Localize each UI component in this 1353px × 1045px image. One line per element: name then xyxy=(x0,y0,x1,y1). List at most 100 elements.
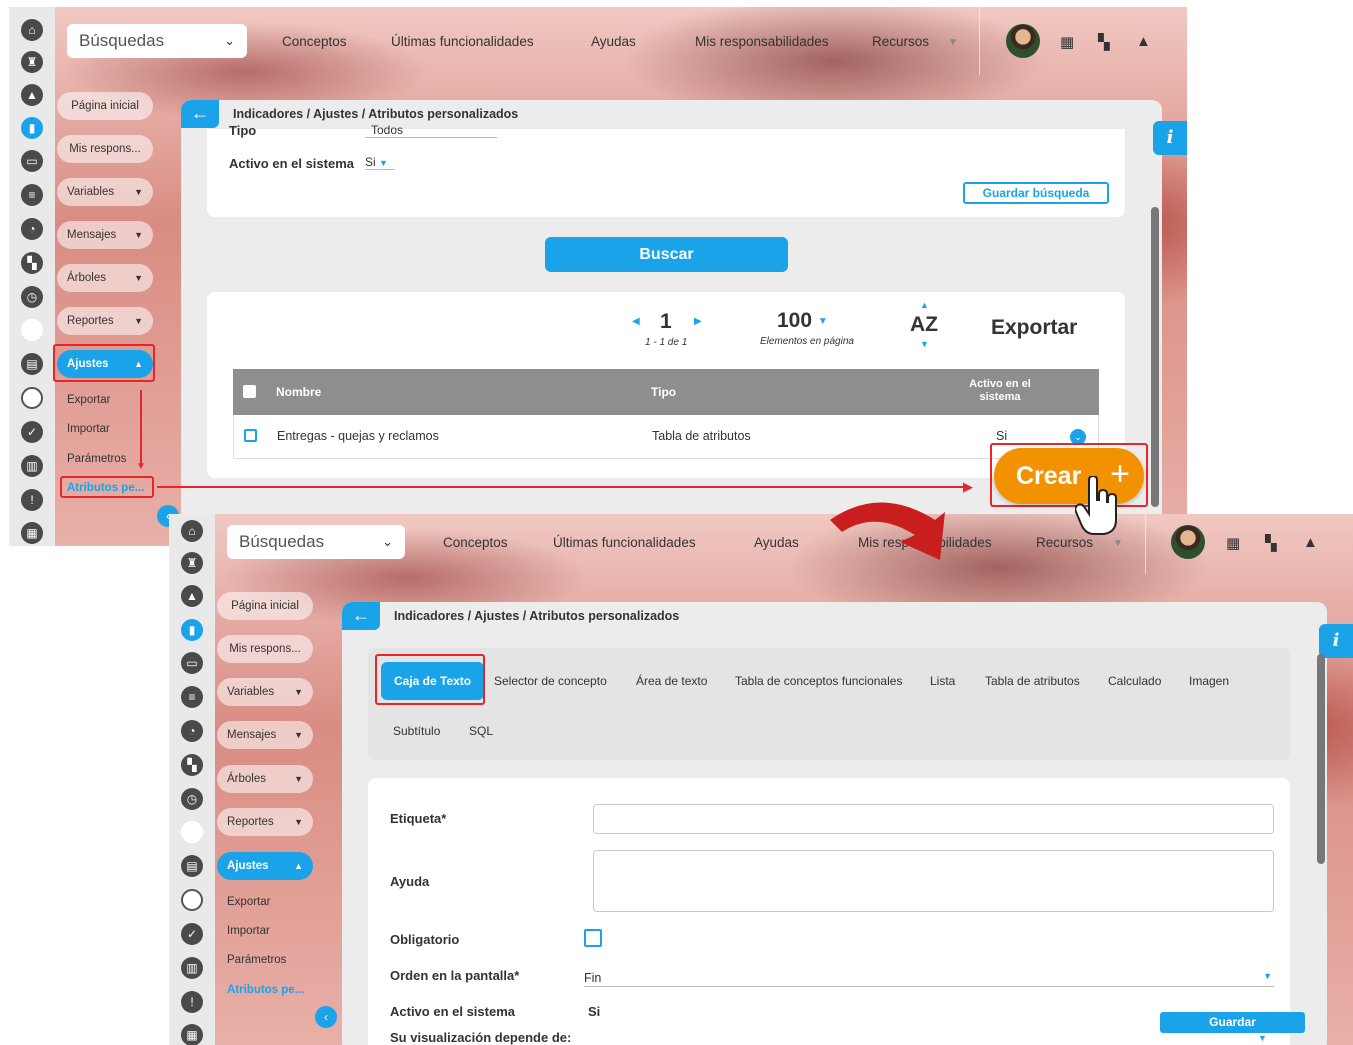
nav-concepts[interactable]: Conceptos xyxy=(443,535,508,550)
type-select[interactable]: Todos xyxy=(365,123,497,138)
select-all-checkbox[interactable] xyxy=(243,385,256,398)
back-arrow-icon[interactable]: ← xyxy=(342,602,380,630)
info-icon[interactable]: i xyxy=(1319,624,1353,658)
next-page-icon[interactable]: ▶ xyxy=(694,316,702,327)
home-icon[interactable]: ⌂ xyxy=(21,19,43,41)
nav-import[interactable]: Importar xyxy=(227,925,270,937)
table-row[interactable]: Entregas - quejas y reclamos Tabla de at… xyxy=(233,415,1099,459)
nav-latest-features[interactable]: Últimas funcionalidades xyxy=(553,535,696,550)
calendar-icon[interactable]: ▦ xyxy=(21,522,43,544)
caret-down-icon[interactable]: ▼ xyxy=(1258,1033,1267,1043)
row-checkbox[interactable] xyxy=(244,429,257,442)
search-dropdown[interactable]: Búsquedas ⌄ xyxy=(67,24,247,58)
export-button[interactable]: Exportar xyxy=(991,316,1077,340)
sort-az-button[interactable]: AZ xyxy=(910,313,938,337)
tab-image[interactable]: Imagen xyxy=(1189,674,1229,688)
nav-messages[interactable]: Mensajes ▼ xyxy=(217,721,313,749)
home-icon[interactable]: ⌂ xyxy=(181,520,203,542)
tab-text-area[interactable]: Área de texto xyxy=(636,674,707,688)
tab-functional-concepts[interactable]: Tabla de conceptos funcionales xyxy=(735,674,902,688)
map-icon[interactable]: ▚ xyxy=(21,252,43,274)
cycle-icon[interactable] xyxy=(21,387,43,409)
nav-latest-features[interactable]: Últimas funcionalidades xyxy=(391,34,534,49)
calendar-icon[interactable]: ▦ xyxy=(1060,33,1074,51)
nav-home[interactable]: Página inicial xyxy=(217,592,313,620)
scrollbar[interactable] xyxy=(1151,207,1159,507)
strategy-icon[interactable]: ♜ xyxy=(21,51,43,73)
map-icon[interactable]: ▚ xyxy=(1098,33,1110,51)
chart-pie-icon[interactable]: ◔ xyxy=(21,218,43,240)
search-dropdown[interactable]: Búsquedas ⌄ xyxy=(227,525,405,559)
indicators-icon[interactable]: ▮ xyxy=(21,117,43,139)
nav-my-responsibilities[interactable]: Mis responsabilidades xyxy=(695,34,829,49)
nav-help[interactable]: Ayudas xyxy=(754,535,799,550)
document-icon[interactable]: ▤ xyxy=(181,855,203,877)
nav-responsibilities[interactable]: Mis respons... xyxy=(217,635,313,663)
nav-parameters[interactable]: Parámetros xyxy=(227,954,286,966)
sort-up-icon[interactable]: ▲ xyxy=(920,300,929,310)
nav-trees[interactable]: Árboles ▼ xyxy=(217,765,313,793)
nav-trees[interactable]: Árboles ▼ xyxy=(57,264,153,292)
nav-reports[interactable]: Reportes ▼ xyxy=(57,307,153,335)
tab-calculated[interactable]: Calculado xyxy=(1108,674,1161,688)
map-icon[interactable]: ▚ xyxy=(181,754,203,776)
nav-help[interactable]: Ayudas xyxy=(591,34,636,49)
briefcase-icon[interactable]: ▥ xyxy=(21,455,43,477)
tab-attributes-table[interactable]: Tabla de atributos xyxy=(985,674,1080,688)
warning-icon[interactable]: ! xyxy=(181,991,203,1013)
bell-icon[interactable]: ▲ xyxy=(1136,33,1151,50)
briefcase-icon[interactable]: ▥ xyxy=(181,957,203,979)
strategy-icon[interactable]: ♜ xyxy=(181,552,203,574)
nav-settings[interactable]: Ajustes ▲ xyxy=(217,852,313,880)
tab-concept-selector[interactable]: Selector de concepto xyxy=(494,674,607,688)
nav-concepts[interactable]: Conceptos xyxy=(282,34,347,49)
nav-variables[interactable]: Variables ▼ xyxy=(217,678,313,706)
tab-subtitle[interactable]: Subtítulo xyxy=(393,724,440,738)
presentation-icon[interactable]: ▭ xyxy=(181,652,203,674)
nav-responsibilities[interactable]: Mis respons... xyxy=(57,135,153,163)
warning-icon[interactable]: ! xyxy=(21,489,43,511)
back-arrow-icon[interactable]: ← xyxy=(181,100,219,128)
clock-icon[interactable]: ◷ xyxy=(181,788,203,810)
nav-reports[interactable]: Reportes ▼ xyxy=(217,808,313,836)
per-page-select[interactable]: 100 ▼ xyxy=(777,309,828,333)
resources-caret-icon[interactable]: ▼ xyxy=(1113,538,1123,549)
nav-export[interactable]: Exportar xyxy=(227,896,270,908)
compliance-icon[interactable]: ▲ xyxy=(181,585,203,607)
nav-export[interactable]: Exportar xyxy=(67,394,110,406)
tab-sql[interactable]: SQL xyxy=(469,724,493,738)
save-search-button[interactable]: Guardar búsqueda xyxy=(963,182,1109,204)
cycle-icon[interactable] xyxy=(181,889,203,911)
sort-down-icon[interactable]: ▼ xyxy=(920,339,929,349)
plans-icon[interactable]: ≡ xyxy=(21,184,43,206)
avatar[interactable] xyxy=(1171,525,1205,559)
avatar[interactable] xyxy=(1006,24,1040,58)
nav-parameters[interactable]: Parámetros xyxy=(67,453,126,465)
save-button[interactable]: Guardar xyxy=(1160,1012,1305,1033)
bell-icon[interactable]: ▲ xyxy=(1303,534,1318,551)
document-icon[interactable]: ▤ xyxy=(21,353,43,375)
required-checkbox[interactable] xyxy=(584,929,602,947)
tab-list[interactable]: Lista xyxy=(930,674,955,688)
nav-resources[interactable]: Recursos xyxy=(1036,535,1093,550)
check-icon[interactable]: ✓ xyxy=(181,923,203,945)
nav-custom-attributes[interactable]: Atributos pe... xyxy=(227,984,304,996)
calendar-icon[interactable]: ▦ xyxy=(181,1024,203,1045)
prev-page-icon[interactable]: ◀ xyxy=(632,316,640,327)
nav-home[interactable]: Página inicial xyxy=(57,92,153,120)
label-input[interactable] xyxy=(593,804,1274,834)
help-textarea[interactable] xyxy=(593,850,1274,912)
chart-pie-icon[interactable]: ◔ xyxy=(181,720,203,742)
info-icon[interactable]: i xyxy=(1153,121,1187,155)
create-button[interactable]: Crear + xyxy=(994,448,1144,504)
plans-icon[interactable]: ≡ xyxy=(181,686,203,708)
check-icon[interactable]: ✓ xyxy=(21,421,43,443)
resources-caret-icon[interactable]: ▼ xyxy=(948,37,958,48)
nav-import[interactable]: Importar xyxy=(67,423,110,435)
map-icon[interactable]: ▚ xyxy=(1265,534,1277,552)
nav-variables[interactable]: Variables ▼ xyxy=(57,178,153,206)
search-button[interactable]: Buscar xyxy=(545,237,788,272)
order-select[interactable]: Fin ▼ xyxy=(584,971,1274,987)
presentation-icon[interactable]: ▭ xyxy=(21,150,43,172)
scrollbar[interactable] xyxy=(1317,654,1325,864)
